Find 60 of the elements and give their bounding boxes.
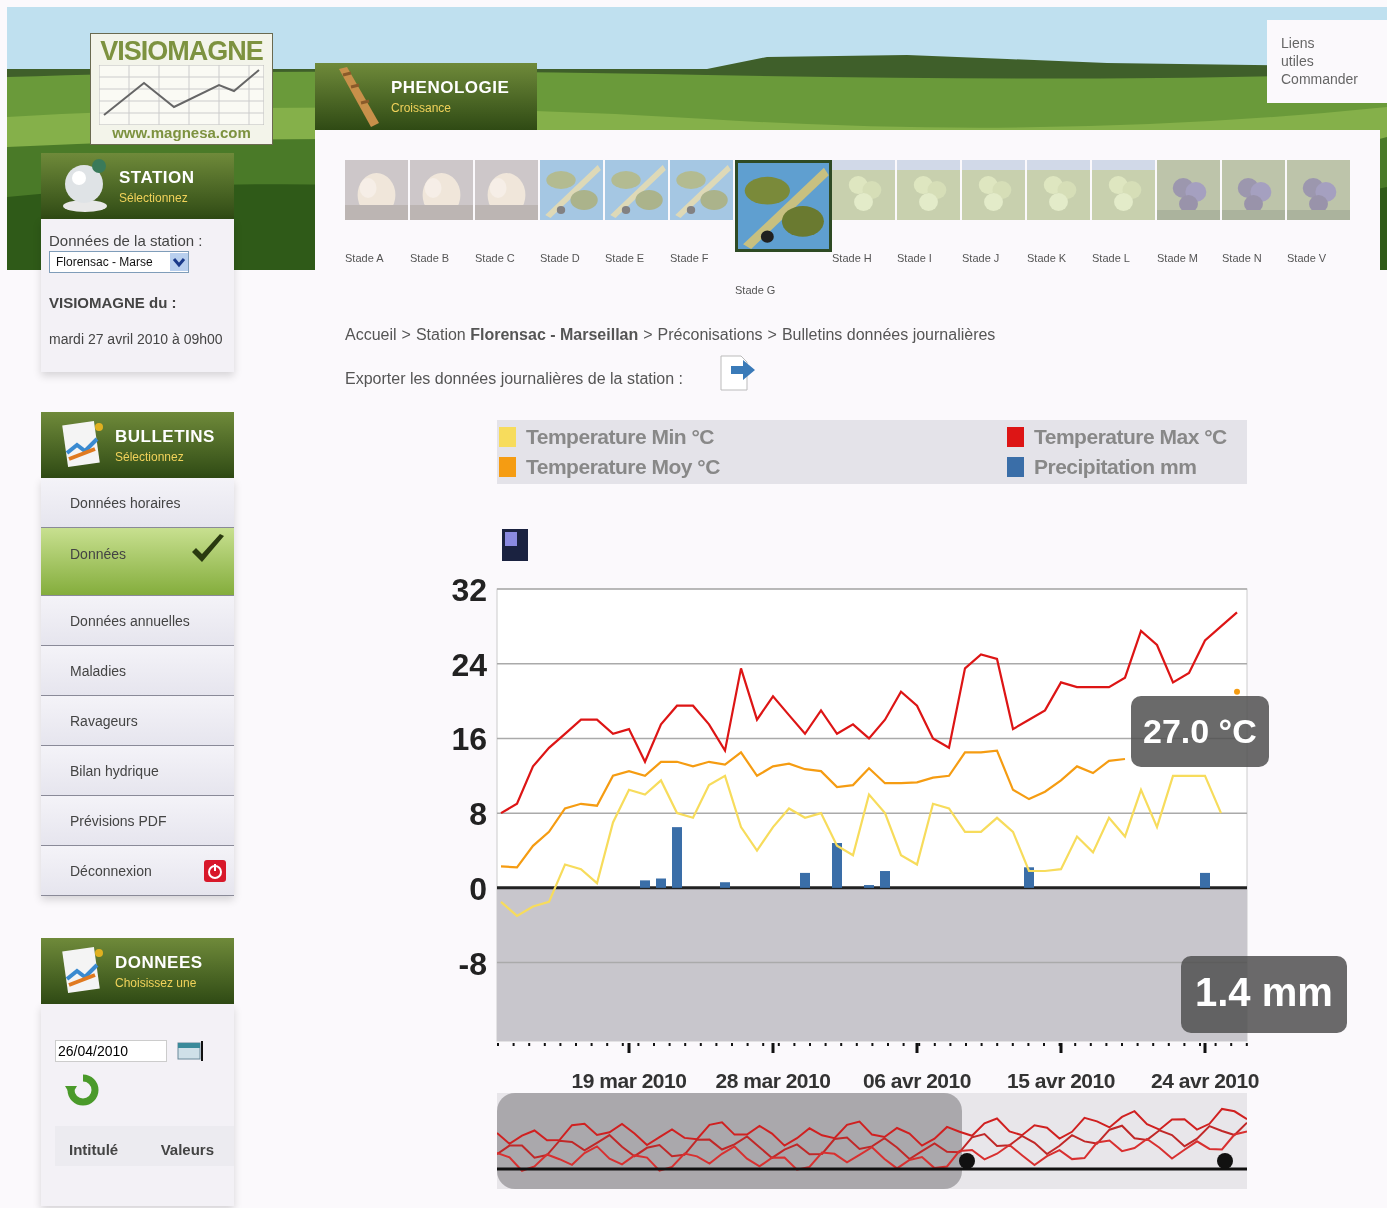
precipitation-bar [1024,867,1034,888]
menu-item[interactable]: Données annuelles [41,596,234,647]
x-axis-label: 15 avr 2010 [1007,1069,1115,1091]
column-header: Intitulé [69,1140,119,1161]
x-axis-label: 19 mar 2010 [571,1069,687,1091]
section-title: BULLETINS [115,426,215,447]
data-point [1234,688,1240,695]
export-icon[interactable] [719,354,757,392]
export-label: Exporter les données journalières de la station : [345,370,683,388]
stage-label: Stade G [735,284,777,296]
section-subtitle: Sélectionnez [115,449,185,464]
station-date: mardi 27 avril 2010 à 09h00 [49,330,224,349]
navigator-selection[interactable] [497,1093,962,1189]
zoom-icon[interactable] [502,529,528,561]
y-axis-label: 24 [451,646,487,683]
value-tooltip: 1.4 mm [1181,956,1347,1033]
section-title: DONNEES [115,952,203,973]
x-axis-label: 06 avr 2010 [863,1069,971,1091]
legend-label: Temperature Max °C [1034,425,1227,449]
breadcrumb-link[interactable]: Préconisations [657,326,763,344]
legend-label: Temperature Moy °C [526,455,720,479]
legend-label: Precipitation mm [1034,455,1197,479]
menu-item[interactable]: Prévisions PDF [41,796,234,847]
y-axis-label: 8 [469,796,487,833]
menu-item[interactable]: Données [41,528,234,597]
value-tooltip: 27.0 °C [1131,696,1269,767]
date-field[interactable]: 26/04/2010 [55,1040,167,1063]
menu-item[interactable]: Données horaires [41,478,234,529]
date-label: VISIOMAGNE du : [49,292,178,312]
menu-item[interactable]: Ravageurs [41,696,234,747]
y-axis-label: 16 [451,721,487,758]
breadcrumb-separator: > [767,326,777,344]
menu-item[interactable]: Bilan hydrique [41,746,234,797]
precipitation-bar [880,871,890,888]
breadcrumb-link[interactable]: Bulletins données journalières [781,326,996,344]
precipitation-bar [656,878,666,888]
precipitation-bar [800,872,810,888]
breadcrumb-link[interactable]: Accueil [345,326,397,344]
legend-label: Temperature Min °C [526,425,715,449]
precipitation-bar [1200,872,1210,888]
precipitation-bar [672,827,682,888]
menu-item[interactable]: Déconnexion [41,846,234,897]
menu-item[interactable]: Maladies [41,646,234,697]
y-axis-label: 0 [469,870,487,907]
column-header: Valeurs [160,1140,214,1161]
section-subtitle: Choisissez une [115,975,198,990]
power-icon [204,859,226,882]
breadcrumb-separator: > [401,326,411,344]
navigator-handle[interactable] [959,1153,975,1169]
breadcrumb-link[interactable]: Station Florensac - Marseillan [415,326,639,344]
precipitation-bar [832,843,842,888]
y-axis-label: -8 [458,945,487,982]
y-axis-label: 32 [451,572,487,608]
calendar-icon[interactable] [177,1041,203,1062]
precipitation-bar [640,880,650,888]
navigator-handle[interactable] [1217,1153,1233,1169]
precipitation-bar [720,882,730,888]
x-axis-label: 24 avr 2010 [1151,1069,1259,1091]
x-axis-label: 28 mar 2010 [715,1069,831,1091]
breadcrumb-separator: > [643,326,653,344]
